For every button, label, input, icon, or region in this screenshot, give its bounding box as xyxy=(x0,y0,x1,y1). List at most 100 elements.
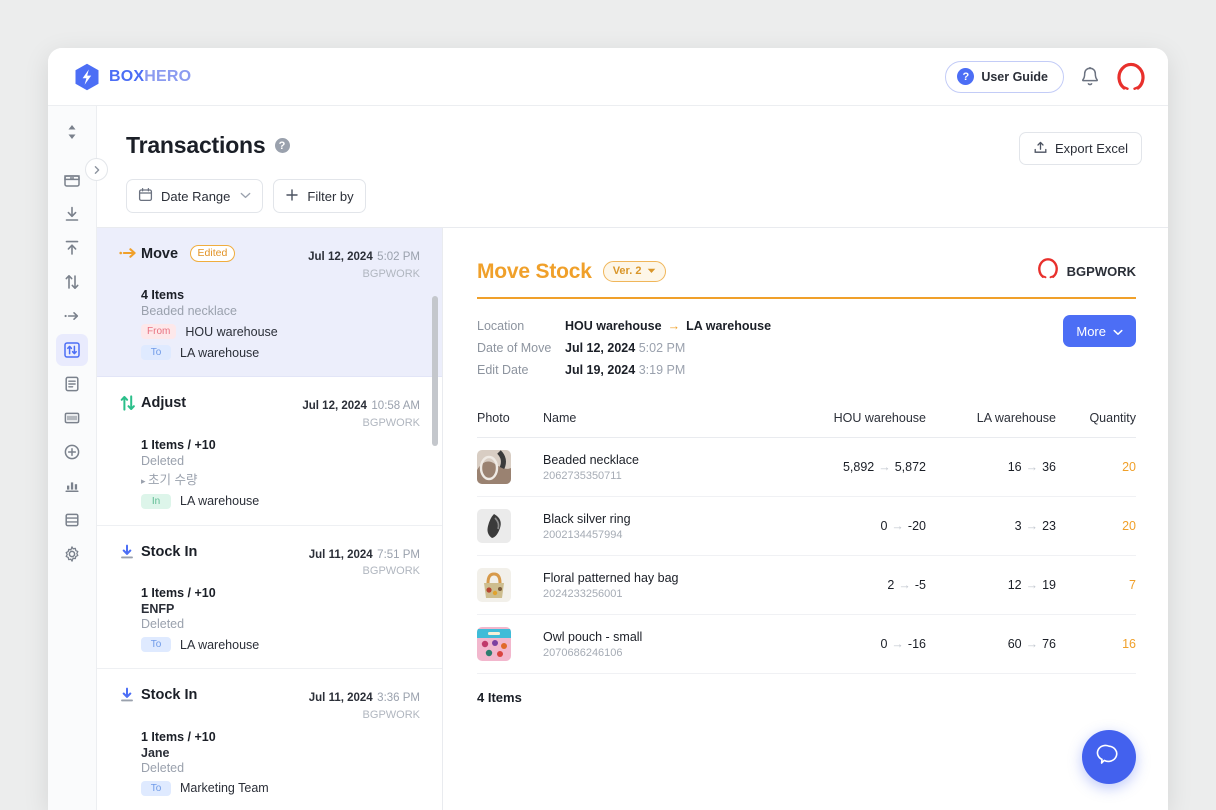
transaction-body: 1 Items / +10 ENFP Deleted To LA warehou… xyxy=(141,586,420,652)
transaction-datetime: Jul 11, 2024 3:36 PM xyxy=(309,686,420,708)
arrows-updown-icon xyxy=(119,394,141,416)
detail-info-rows: Location HOU warehouse→LA warehouse Date… xyxy=(477,315,1063,381)
user-avatar[interactable] xyxy=(1116,62,1146,92)
owl-pouch-photo xyxy=(477,627,511,661)
arrow-right-icon: → xyxy=(1026,519,1039,533)
sidebar-item-transactions[interactable] xyxy=(56,334,88,366)
transaction-list-inner: Move Edited Jul 12, 2024 5:02 PM BGPWORK… xyxy=(97,228,442,810)
arrow-right-icon: → xyxy=(898,578,911,592)
brand-text: BOXHERO xyxy=(109,68,191,86)
quantity-value: 20 xyxy=(1122,519,1136,533)
transaction-type: Stock In xyxy=(141,544,197,560)
brand-logo-area[interactable]: BOXHERO xyxy=(74,63,191,91)
location-name: HOU warehouse xyxy=(185,325,277,339)
column-header-la: LA warehouse xyxy=(926,411,1056,438)
sidebar-item-stock-in[interactable] xyxy=(56,198,88,230)
export-excel-button[interactable]: Export Excel xyxy=(1019,132,1142,165)
la-after: 76 xyxy=(1042,637,1056,651)
arrow-right-icon: → xyxy=(1026,460,1039,474)
transaction-list-item[interactable]: Stock In Jul 11, 2024 7:51 PM BGPWORK 1 … xyxy=(97,526,442,669)
sidebar-item-adjust[interactable] xyxy=(56,266,88,298)
cell-quantity: 7 xyxy=(1056,556,1136,615)
chevron-down-icon xyxy=(647,265,656,277)
version-dropdown[interactable]: Ver. 2 xyxy=(603,261,667,282)
sidebar-item-move[interactable] xyxy=(56,300,88,332)
transaction-body: 4 Items Beaded necklace From HOU warehou… xyxy=(141,288,420,360)
sidebar-item-settings[interactable] xyxy=(56,538,88,570)
cell-la: 12→19 xyxy=(926,556,1056,615)
sidebar-item-barcode[interactable] xyxy=(56,402,88,434)
location-tag-to: To xyxy=(141,781,171,796)
la-change: 16→36 xyxy=(1008,460,1056,474)
cell-hou: 0→-16 xyxy=(776,615,926,674)
quantity-value: 16 xyxy=(1122,637,1136,651)
transaction-type: Stock In xyxy=(141,687,197,703)
table-header-row: Photo Name HOU warehouse LA warehouse Qu… xyxy=(477,411,1136,438)
sidebar-item-add[interactable] xyxy=(56,436,88,468)
arrow-right-icon: → xyxy=(668,319,681,333)
sidebar-collapse-toggle[interactable] xyxy=(85,158,108,181)
info-row-date-of-move: Date of Move Jul 12, 2024 5:02 PM xyxy=(477,337,1063,359)
table-row[interactable]: Beaded necklace 2062735350711 5,892→5,87… xyxy=(477,438,1136,497)
filter-by-label: Filter by xyxy=(307,189,353,204)
more-button[interactable]: More xyxy=(1063,315,1136,347)
cell-hou: 0→-20 xyxy=(776,497,926,556)
item-sku: 2070686246106 xyxy=(543,647,776,659)
la-change: 3→23 xyxy=(1015,519,1056,533)
date-range-label: Date Range xyxy=(161,189,230,204)
user-guide-label: User Guide xyxy=(981,70,1048,84)
transaction-list-scrollbar[interactable] xyxy=(432,296,438,446)
la-before: 3 xyxy=(1015,519,1022,533)
table-row[interactable]: Floral patterned hay bag 2024233256001 2… xyxy=(477,556,1136,615)
cell-hou: 5,892→5,872 xyxy=(776,438,926,497)
transaction-meta: Jul 12, 2024 5:02 PM BGPWORK xyxy=(308,245,420,281)
location-name: LA warehouse xyxy=(180,494,259,508)
location-tag-from: From xyxy=(141,324,176,339)
hou-change: 0→-20 xyxy=(880,519,926,533)
transaction-count: 4 Items xyxy=(141,288,420,302)
transaction-list-item[interactable]: Stock In Jul 11, 2024 3:36 PM BGPWORK 1 … xyxy=(97,669,442,810)
hexagon-bolt-logo xyxy=(74,63,100,91)
table-row[interactable]: Owl pouch - small 2070686246106 0→-16 60… xyxy=(477,615,1136,674)
la-before: 12 xyxy=(1008,578,1022,592)
transaction-list[interactable]: Move Edited Jul 12, 2024 5:02 PM BGPWORK… xyxy=(97,228,443,810)
info-label: Edit Date xyxy=(477,363,565,377)
transaction-type: Adjust xyxy=(141,395,186,411)
transaction-detail-note[interactable]: 초기 수량 xyxy=(141,469,420,488)
transaction-date: Jul 11, 2024 xyxy=(309,549,373,561)
split-panes: Move Edited Jul 12, 2024 5:02 PM BGPWORK… xyxy=(97,227,1168,810)
chevron-down-icon xyxy=(240,191,251,202)
filter-by-button[interactable]: Filter by xyxy=(273,179,365,213)
table-row[interactable]: Black silver ring 2002134457994 0→-20 3→… xyxy=(477,497,1136,556)
transaction-list-item[interactable]: Adjust Jul 12, 2024 10:58 AM BGPWORK 1 I… xyxy=(97,377,442,525)
sidebar-item-inventory[interactable] xyxy=(56,164,88,196)
download-icon xyxy=(119,543,141,565)
cell-quantity: 20 xyxy=(1056,497,1136,556)
sidebar-item-list[interactable] xyxy=(56,504,88,536)
bell-icon[interactable] xyxy=(1080,66,1100,88)
transaction-date: Jul 12, 2024 xyxy=(308,251,373,263)
export-icon xyxy=(1033,140,1048,158)
sidebar-item-documents[interactable] xyxy=(56,368,88,400)
help-chat-button[interactable] xyxy=(1082,730,1136,784)
sidebar-item-stock-out[interactable] xyxy=(56,232,88,264)
sidebar-item-sort[interactable] xyxy=(56,116,88,148)
arrow-right-icon: → xyxy=(891,519,904,533)
transaction-count: 1 Items / +10 xyxy=(141,438,420,452)
location-name: Marketing Team xyxy=(180,781,269,795)
la-change: 12→19 xyxy=(1008,578,1056,592)
date-range-button[interactable]: Date Range xyxy=(126,179,263,213)
top-bar: BOXHERO ? User Guide xyxy=(48,48,1168,106)
info-value: HOU warehouse→LA warehouse xyxy=(565,319,771,333)
sidebar-item-analysis[interactable] xyxy=(56,470,88,502)
items-table-head: Photo Name HOU warehouse LA warehouse Qu… xyxy=(477,411,1136,438)
move-date: Jul 12, 2024 xyxy=(565,341,635,355)
status-badge: Edited xyxy=(190,245,236,262)
transaction-list-item[interactable]: Move Edited Jul 12, 2024 5:02 PM BGPWORK… xyxy=(97,228,442,377)
transaction-detail-pane: Move Stock Ver. 2 xyxy=(443,228,1168,810)
page-title: Transactions xyxy=(126,132,266,159)
transaction-datetime: Jul 12, 2024 10:58 AM xyxy=(302,394,420,416)
user-guide-button[interactable]: ? User Guide xyxy=(945,61,1064,93)
transaction-body: 1 Items / +10 Deleted 초기 수량 In LA wareho… xyxy=(141,438,420,509)
question-circle-icon[interactable]: ? xyxy=(275,138,290,153)
